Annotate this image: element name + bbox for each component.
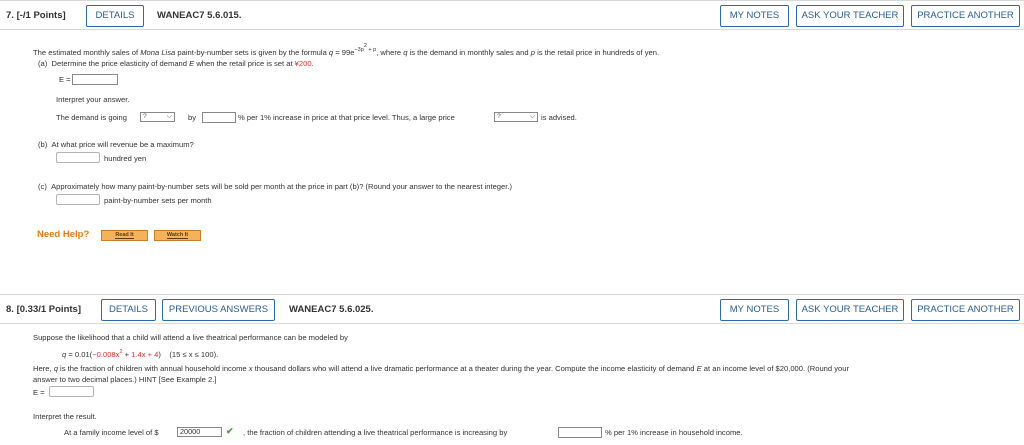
elasticity-label: E = <box>59 75 71 84</box>
question-7-number: 7. [-/1 Points] <box>6 10 66 21</box>
by-label: by <box>188 113 197 122</box>
question-8-intro: Suppose the likelihood that a child will… <box>33 333 348 342</box>
read-it-button[interactable]: Read It <box>101 230 148 241</box>
income-elasticity-input[interactable] <box>49 386 94 397</box>
income-level-input[interactable]: 20000 <box>177 427 222 437</box>
advised-text: is advised. <box>541 113 577 122</box>
practice-another-button[interactable]: PRACTICE ANOTHER <box>911 5 1020 27</box>
my-notes-button[interactable]: MY NOTES <box>720 5 789 27</box>
question-7-header: 7. [-/1 Points] DETAILS WANEAC7 5.6.015.… <box>0 0 1024 30</box>
details-button[interactable]: DETAILS <box>86 5 144 27</box>
check-icon: ✔ <box>226 426 234 436</box>
my-notes-button[interactable]: MY NOTES <box>720 299 789 321</box>
hundred-yen-label: hundred yen <box>104 154 147 163</box>
part-a-prompt: (a) Determine the price elasticity of de… <box>38 59 314 68</box>
interpret-label: Interpret your answer. <box>56 95 130 104</box>
chevron-down-icon: ⌵ <box>529 113 535 120</box>
ask-your-teacher-button[interactable]: ASK YOUR TEACHER <box>796 5 904 27</box>
percent-per-increase-text: % per 1% increase in price at that price… <box>238 113 455 122</box>
elasticity-label: E = <box>33 388 45 397</box>
question-7-id: WANEAC7 5.6.015. <box>157 10 242 21</box>
chevron-down-icon: ⌵ <box>166 113 172 120</box>
demand-direction-select[interactable]: ? ⌵ <box>140 112 175 122</box>
interpret-label: Interpret the result. <box>33 412 97 421</box>
watch-it-button[interactable]: Watch It <box>154 230 201 241</box>
max-revenue-price-input[interactable] <box>56 152 100 163</box>
practice-another-button[interactable]: PRACTICE ANOTHER <box>911 299 1020 321</box>
fraction-increasing-text: , the fraction of children attending a l… <box>243 428 508 437</box>
part-c-prompt: (c) Approximately how many paint-by-numb… <box>38 182 513 191</box>
family-income-label: At a family income level of $ <box>64 428 159 437</box>
question-8-id: WANEAC7 5.6.025. <box>289 304 374 315</box>
elasticity-input[interactable] <box>72 74 118 85</box>
percent-input[interactable] <box>202 112 236 123</box>
need-help-label: Need Help? <box>37 229 90 240</box>
ask-your-teacher-button[interactable]: ASK YOUR TEACHER <box>796 299 904 321</box>
part-b-prompt: (b) At what price will revenue be a maxi… <box>38 140 194 149</box>
details-button[interactable]: DETAILS <box>101 299 156 321</box>
sets-per-month-label: paint-by-number sets per month <box>104 196 212 205</box>
percent-increase-input[interactable] <box>558 427 602 438</box>
question-8-formula: q = 0.01(−0.008x2 + 1.4x + 4) (15 ≤ x ≤ … <box>62 349 219 359</box>
question-8-number: 8. [0.33/1 Points] <box>6 304 81 315</box>
question-8-header: 8. [0.33/1 Points] DETAILS PREVIOUS ANSW… <box>0 294 1024 324</box>
previous-answers-button[interactable]: PREVIOUS ANSWERS <box>162 299 275 321</box>
question-8-description: Here, q is the fraction of children with… <box>33 364 849 373</box>
question-8-description-line2: answer to two decimal places.) HINT [See… <box>33 375 217 384</box>
percent-per-income-text: % per 1% increase in household income. <box>605 428 743 437</box>
price-select[interactable]: ? ⌵ <box>494 112 538 122</box>
question-7-intro: The estimated monthly sales of Mona Lisa… <box>33 43 660 57</box>
demand-going-label: The demand is going <box>56 113 127 122</box>
sets-sold-input[interactable] <box>56 194 100 205</box>
